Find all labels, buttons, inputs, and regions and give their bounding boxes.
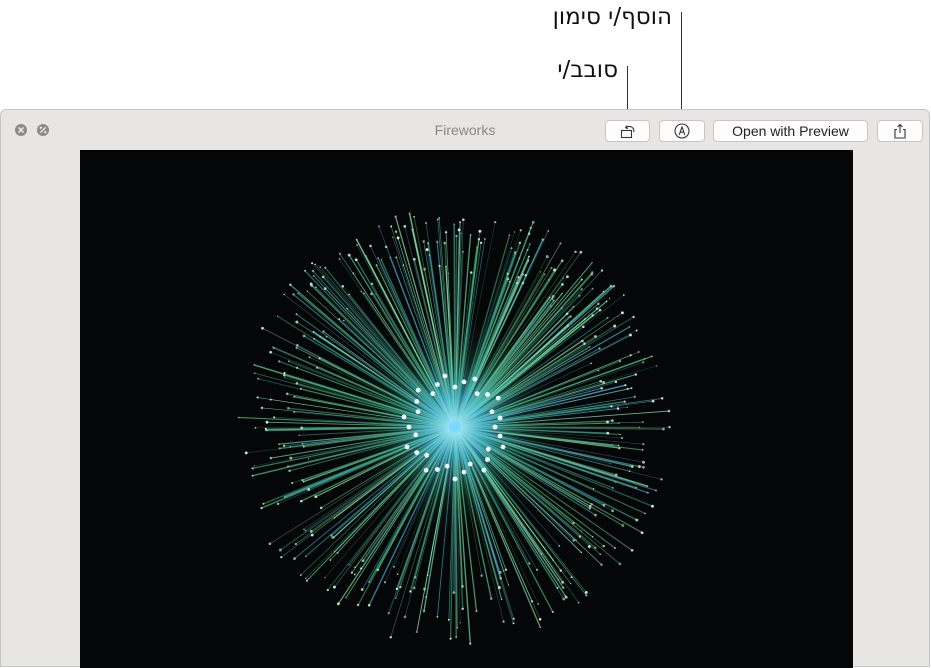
preview-image <box>80 150 853 668</box>
share-icon <box>894 123 906 139</box>
share-button[interactable] <box>877 120 923 142</box>
markup-icon <box>674 123 690 139</box>
rotate-button[interactable] <box>605 120 650 142</box>
fireworks-image <box>80 150 853 668</box>
stage: הוסף/י סימון סובב/י Fireworks Open with … <box>0 0 931 668</box>
quick-look-window: Fireworks Open with Preview <box>0 109 930 668</box>
markup-callout-line <box>681 12 682 120</box>
markup-callout-label: הוסף/י סימון <box>552 4 672 30</box>
open-with-preview-button[interactable]: Open with Preview <box>713 120 868 142</box>
rotate-callout-label: סובב/י <box>557 57 618 83</box>
rotate-icon <box>620 125 635 139</box>
markup-button[interactable] <box>659 120 705 142</box>
